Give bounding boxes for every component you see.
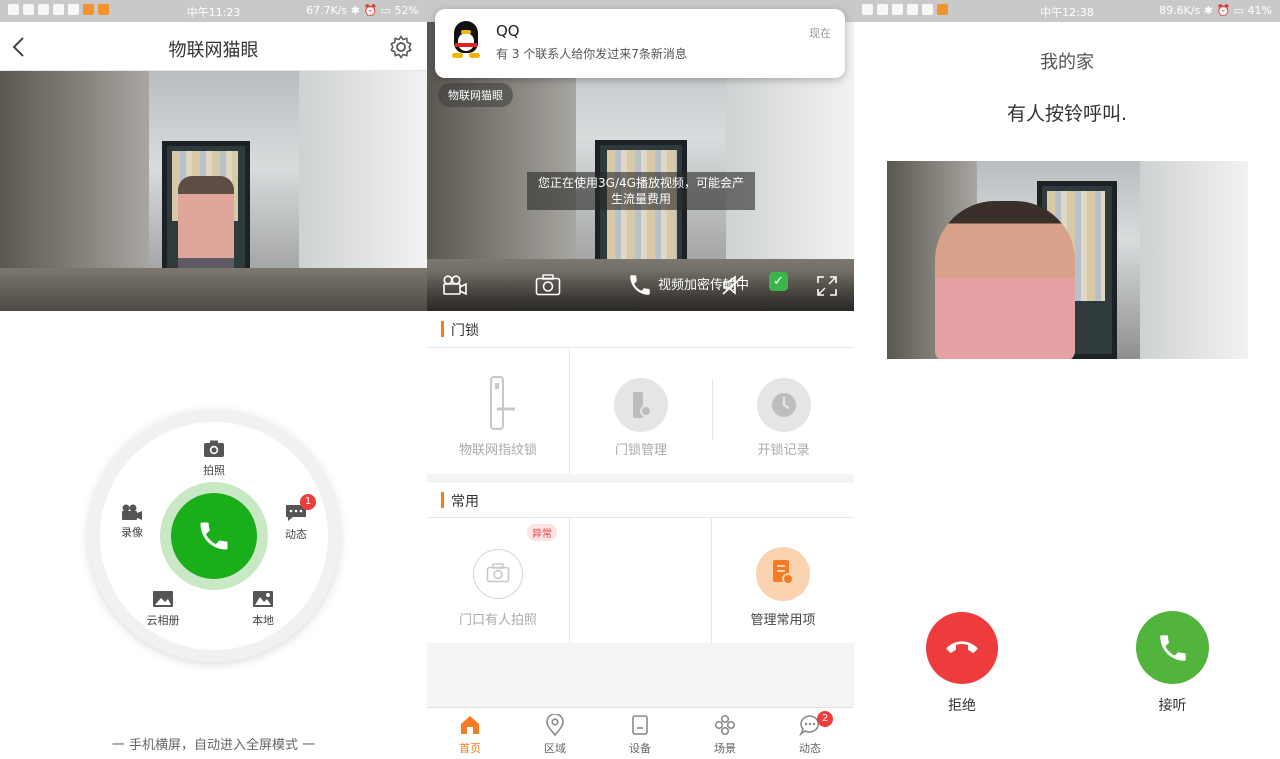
fingerprint-lock-item[interactable]: 物联网指纹锁 xyxy=(427,347,569,474)
control-wheel: 拍照 录像 动态 1 云相册 本地 xyxy=(88,410,340,662)
picture-icon xyxy=(153,591,173,607)
photo-button[interactable]: 拍照 xyxy=(194,440,234,478)
notification-app: QQ xyxy=(496,22,520,40)
camera-label: 物联网猫眼 xyxy=(438,83,513,107)
common-section-title: 常用 xyxy=(451,494,479,510)
camera-outline-icon xyxy=(486,563,510,583)
cloud-album-button[interactable]: 云相册 xyxy=(143,590,183,628)
unlock-record-label: 开锁记录 xyxy=(757,443,810,458)
notification-message: 有 3 个联系人给你发过来7条新消息 xyxy=(496,47,687,61)
check-icon: ✓ xyxy=(769,272,788,291)
answer-phone-icon xyxy=(1160,635,1186,661)
page-title: 物联网猫眼 xyxy=(168,40,259,61)
record-label: 录像 xyxy=(121,526,143,539)
qq-penguin-icon xyxy=(449,21,483,59)
qq-notification[interactable]: QQ 现在 有 3 个联系人给你发过来7条新消息 xyxy=(435,9,845,78)
call-button[interactable] xyxy=(171,493,257,579)
manage-list-icon xyxy=(773,560,794,585)
tab-moments[interactable]: 动态 2 xyxy=(789,711,833,756)
notification-time: 现在 xyxy=(809,27,831,40)
record-button[interactable]: 录像 xyxy=(112,504,152,540)
incoming-call-screen: 中午12:38 89.6K/s ✱ ⏰ ▭ 41% 我的家 有人按铃呼叫. 拒绝… xyxy=(854,0,1280,759)
settings-gear-icon[interactable] xyxy=(389,35,413,59)
device-icon xyxy=(632,715,648,735)
doorbell-screen: 中午11:23 67.7K/s ✱ ⏰ ▭ 52% 物联网猫眼 拍照 录像 动态 xyxy=(0,0,427,759)
moments-label: 动态 xyxy=(285,528,307,541)
lock-section: 门锁 物联网指纹锁 门锁管理 开锁记录 xyxy=(427,311,854,474)
local-button[interactable]: 本地 xyxy=(243,590,283,628)
tab-moments-badge: 2 xyxy=(817,711,833,727)
status-bar: 中午12:38 89.6K/s ✱ ⏰ ▭ 41% xyxy=(854,0,1280,22)
decline-button[interactable] xyxy=(926,612,998,684)
decline-label: 拒绝 xyxy=(948,698,976,714)
lock-settings-icon xyxy=(633,392,652,418)
hang-up-icon xyxy=(946,641,978,653)
scene-icon xyxy=(714,714,736,736)
tab-moments-label: 动态 xyxy=(799,742,821,755)
local-gallery-icon xyxy=(253,591,273,607)
common-section: 常用 异常 门口有人拍照 管理常用项 xyxy=(427,483,854,643)
status-battery: 41% xyxy=(1247,4,1272,17)
snapshot-icon[interactable] xyxy=(535,274,561,296)
unlock-record-item[interactable]: 开锁记录 xyxy=(713,347,854,474)
mute-speaker-icon[interactable] xyxy=(721,274,745,296)
lock-management-item[interactable]: 门锁管理 xyxy=(570,347,712,474)
location-pin-icon xyxy=(546,713,564,737)
accept-button[interactable] xyxy=(1136,611,1209,684)
tab-device-label: 设备 xyxy=(629,742,651,755)
local-label: 本地 xyxy=(252,614,274,627)
cloud-album-label: 云相册 xyxy=(146,614,180,627)
clock-icon xyxy=(772,393,796,417)
status-speed: 67.7K/s xyxy=(306,4,348,17)
tab-home-label: 首页 xyxy=(459,742,481,755)
moments-button[interactable]: 动态 1 xyxy=(276,494,316,542)
lock-section-title: 门锁 xyxy=(451,323,479,339)
landscape-hint: 一 手机横屏，自动进入全屏模式 一 xyxy=(111,738,316,753)
data-usage-toast: 您正在使用3G/4G播放视频，可能会产生流量费用 xyxy=(527,172,755,210)
bottom-tab-bar: 首页 区域 设备 场景 动态 2 xyxy=(427,707,854,759)
talk-phone-icon[interactable] xyxy=(627,272,653,298)
fingerprint-lock-label: 物联网指纹锁 xyxy=(458,443,537,458)
header: 物联网猫眼 xyxy=(0,22,427,71)
home-name: 我的家 xyxy=(1040,52,1094,73)
manage-common-item[interactable]: 管理常用项 xyxy=(712,517,854,643)
status-battery: 52% xyxy=(394,4,419,17)
tab-area[interactable]: 区域 xyxy=(534,713,576,756)
photo-label: 拍照 xyxy=(203,464,225,477)
fullscreen-icon[interactable] xyxy=(816,275,838,297)
tab-home[interactable]: 首页 xyxy=(449,714,491,756)
lock-management-label: 门锁管理 xyxy=(614,443,667,458)
home-screen: 物联网猫眼 您正在使用3G/4G播放视频，可能会产生流量费用 视频加密传输中 ✓… xyxy=(427,0,854,759)
abnormal-badge: 异常 xyxy=(527,524,557,541)
tab-area-label: 区域 xyxy=(544,742,566,755)
moments-badge: 1 xyxy=(300,494,316,510)
home-icon xyxy=(461,716,479,734)
doorway-photo-item[interactable]: 异常 门口有人拍照 xyxy=(427,517,569,643)
record-icon[interactable] xyxy=(442,275,468,295)
camera-icon xyxy=(204,440,224,457)
manage-common-label: 管理常用项 xyxy=(750,613,816,628)
visitor-preview xyxy=(887,161,1248,359)
tab-scene-label: 场景 xyxy=(714,742,736,755)
doorway-photo-label: 门口有人拍照 xyxy=(458,613,537,628)
video-camera-icon xyxy=(122,504,142,520)
status-speed: 89.6K/s xyxy=(1159,4,1201,17)
camera-feed[interactable] xyxy=(0,71,427,311)
tab-scene[interactable]: 场景 xyxy=(704,714,746,756)
ring-message: 有人按铃呼叫. xyxy=(1006,103,1128,125)
door-lock-icon xyxy=(490,376,515,430)
phone-icon xyxy=(200,522,228,550)
tab-device[interactable]: 设备 xyxy=(619,714,661,756)
status-bar: 中午11:23 67.7K/s ✱ ⏰ ▭ 52% xyxy=(0,0,427,22)
accept-label: 接听 xyxy=(1158,698,1187,714)
